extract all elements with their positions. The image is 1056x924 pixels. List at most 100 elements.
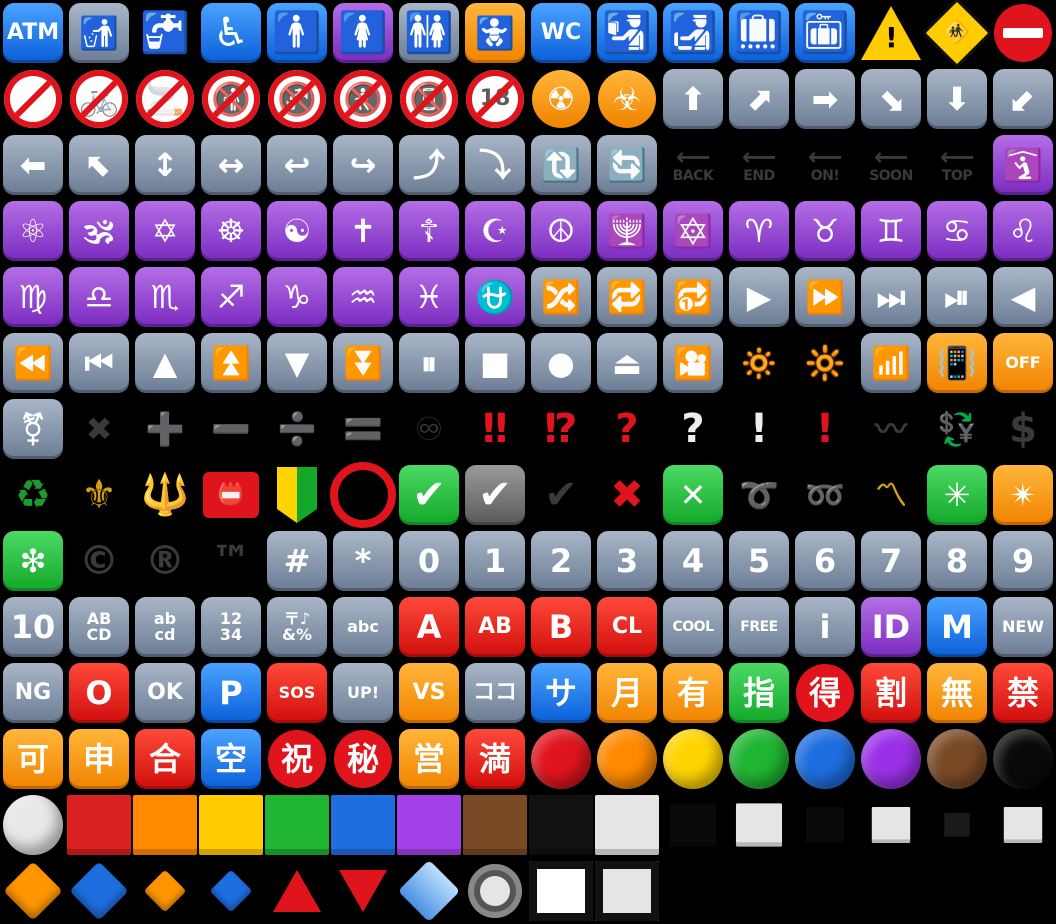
check-mark-glyph: ✔ xyxy=(544,475,578,515)
atm-label: ATM xyxy=(6,20,60,45)
white-exclamation-mark-label: ! xyxy=(749,406,769,452)
up-left-arrow-icon: ⬉ xyxy=(66,132,132,198)
no-littering-glyph: 🚯 xyxy=(202,70,260,128)
taurus-label: ♉ xyxy=(810,212,840,250)
no-littering-label: 🚯 xyxy=(211,80,251,118)
copyright-glyph: © xyxy=(79,541,119,581)
no-entry-glyph xyxy=(994,4,1052,62)
blue-square-glyph xyxy=(331,795,395,855)
keycap-6-glyph: 6 xyxy=(795,531,855,591)
reverse-glyph: ◀ xyxy=(993,267,1053,327)
transgender-symbol-icon: ⚧ xyxy=(0,396,66,462)
heavy-dollar-sign-icon: $ xyxy=(990,396,1056,462)
wheel-of-dharma-glyph: ☸ xyxy=(201,201,261,261)
customs-glyph: 🛃 xyxy=(663,3,723,63)
part-alternation-mark-glyph: 〽 xyxy=(875,479,907,511)
right-arrow-curving-left-label: ↩ xyxy=(283,146,311,184)
keycap-7-icon: 7 xyxy=(858,528,924,594)
left-arrow-glyph: ⬅ xyxy=(3,135,63,195)
radio-button-icon xyxy=(462,858,528,924)
red-square-glyph xyxy=(67,795,131,855)
right-arrow-curving-down-label: ⤵ xyxy=(478,146,511,184)
ab-button-blood-type-label: AB xyxy=(478,614,512,639)
yellow-circle-glyph xyxy=(663,729,723,789)
cross-mark-icon: ✖ xyxy=(594,462,660,528)
womens-room-label: 🚺 xyxy=(338,10,388,56)
no-mobile-phones-label: 📵 xyxy=(409,80,449,118)
bright-button-glyph: 🔆 xyxy=(805,347,845,379)
up-down-arrow-icon: ↕ xyxy=(132,132,198,198)
virgo-glyph: ♍ xyxy=(3,267,63,327)
japanese-bargain-button-icon: 得 xyxy=(792,660,858,726)
no-bicycles-label: 🚲 xyxy=(79,80,119,118)
heavy-equals-icon: 🟰 xyxy=(330,396,396,462)
double-curly-loop-icon: ➿ xyxy=(792,462,858,528)
star-of-david-icon: ✡ xyxy=(132,198,198,264)
children-crossing-glyph: 🚸 xyxy=(921,0,993,69)
trident-emblem-glyph: 🔱 xyxy=(140,475,190,515)
last-track-label: ⏮ xyxy=(84,344,114,382)
no-entry-icon xyxy=(990,0,1056,66)
cross-mark-label: ✖ xyxy=(610,472,644,518)
curly-loop-glyph: ➰ xyxy=(739,479,779,511)
womens-room-glyph: 🚺 xyxy=(333,3,393,63)
latin-cross-glyph: ✝ xyxy=(333,201,393,261)
keycap-1-label: 1 xyxy=(483,542,507,580)
a-button-blood-type-glyph: A xyxy=(399,597,459,657)
japanese-passing-grade-button-label: 合 xyxy=(148,740,181,778)
red-triangle-pointed-down-icon xyxy=(330,858,396,924)
up-down-arrow-label: ↕ xyxy=(151,146,179,184)
eight-pointed-star-label: ✴ xyxy=(1009,476,1037,514)
sparkle-label: ❇ xyxy=(19,542,47,580)
cool-button-glyph: COOL xyxy=(663,597,723,657)
dotted-six-pointed-star-icon: 🔯 xyxy=(660,198,726,264)
down-left-arrow-glyph: ⬋ xyxy=(993,69,1053,129)
fast-forward-label: ⏩ xyxy=(805,278,845,316)
right-arrow-curving-left-icon: ↩ xyxy=(264,132,330,198)
new-button-label: NEW xyxy=(1002,617,1044,636)
black-circle-icon xyxy=(990,726,1056,792)
white-small-square-glyph xyxy=(1003,807,1043,843)
copyright-label: © xyxy=(79,538,119,584)
black-square-button-glyph xyxy=(529,861,593,921)
dim-button-glyph: 🔅 xyxy=(739,347,779,379)
vibration-mode-label: 📳 xyxy=(937,344,977,382)
repeat-glyph: 🔁 xyxy=(597,267,657,327)
right-arrow-curving-up-glyph: ⤴ xyxy=(399,135,459,195)
white-square-button-glyph xyxy=(595,861,659,921)
white-question-mark-glyph: ? xyxy=(681,409,704,449)
b-button-blood-type-label: B xyxy=(548,608,574,646)
right-arrow-label: ➡ xyxy=(811,80,839,118)
reverse-icon: ◀ xyxy=(990,264,1056,330)
no-smoking-glyph: 🚬 xyxy=(136,70,194,128)
keycap-7-glyph: 7 xyxy=(861,531,921,591)
red-exclamation-mark-label: ! xyxy=(815,406,835,452)
o-button-blood-type-glyph: O xyxy=(69,663,129,723)
ophiuchus-glyph: ⛎ xyxy=(465,267,525,327)
eject-glyph: ⏏ xyxy=(597,333,657,393)
cross-mark-button-label: ✕ xyxy=(679,476,707,514)
free-button-label: FREE xyxy=(740,619,778,635)
cool-button-icon: COOL xyxy=(660,594,726,660)
record-label: ● xyxy=(547,344,575,382)
keycap-3-glyph: 3 xyxy=(597,531,657,591)
place-of-worship-label: 🛐 xyxy=(1003,146,1043,184)
back-arrow-icon: BACK xyxy=(660,132,726,198)
heavy-equals-label: 🟰 xyxy=(343,410,383,448)
left-arrow-curving-right-icon: ↪ xyxy=(330,132,396,198)
large-orange-diamond-glyph xyxy=(3,861,63,921)
womens-room-icon: 🚺 xyxy=(330,0,396,66)
emoji-sprite-sheet: ATM 🚮 🚰 ♿ 🚹 🚺 🚻 🚼 WC 🛂 🛃 🛄 🛅! 🚸 🚲 🚬 🚯 🚱 🚷 📵 18 ☢ ☣ ⬆ ⬈ ➡ ⬊ ⬇ ⬋ ⬅ ⬉ ↕ ↔ ↩ ↪… xyxy=(0,0,1056,924)
sagittarius-icon: ♐ xyxy=(198,264,264,330)
record-icon: ● xyxy=(528,330,594,396)
orange-circle-icon xyxy=(594,726,660,792)
menorah-label: 🕎 xyxy=(607,212,647,250)
white-question-mark-label: ? xyxy=(681,406,705,452)
vs-button-icon: VS xyxy=(396,660,462,726)
play-pause-icon: ⏯ xyxy=(924,264,990,330)
yellow-circle-icon xyxy=(660,726,726,792)
ophiuchus-icon: ⛎ xyxy=(462,264,528,330)
cinema-glyph: 🎦 xyxy=(663,333,723,393)
pisces-glyph: ♓ xyxy=(399,267,459,327)
on-arrow-icon: ON! xyxy=(792,132,858,198)
